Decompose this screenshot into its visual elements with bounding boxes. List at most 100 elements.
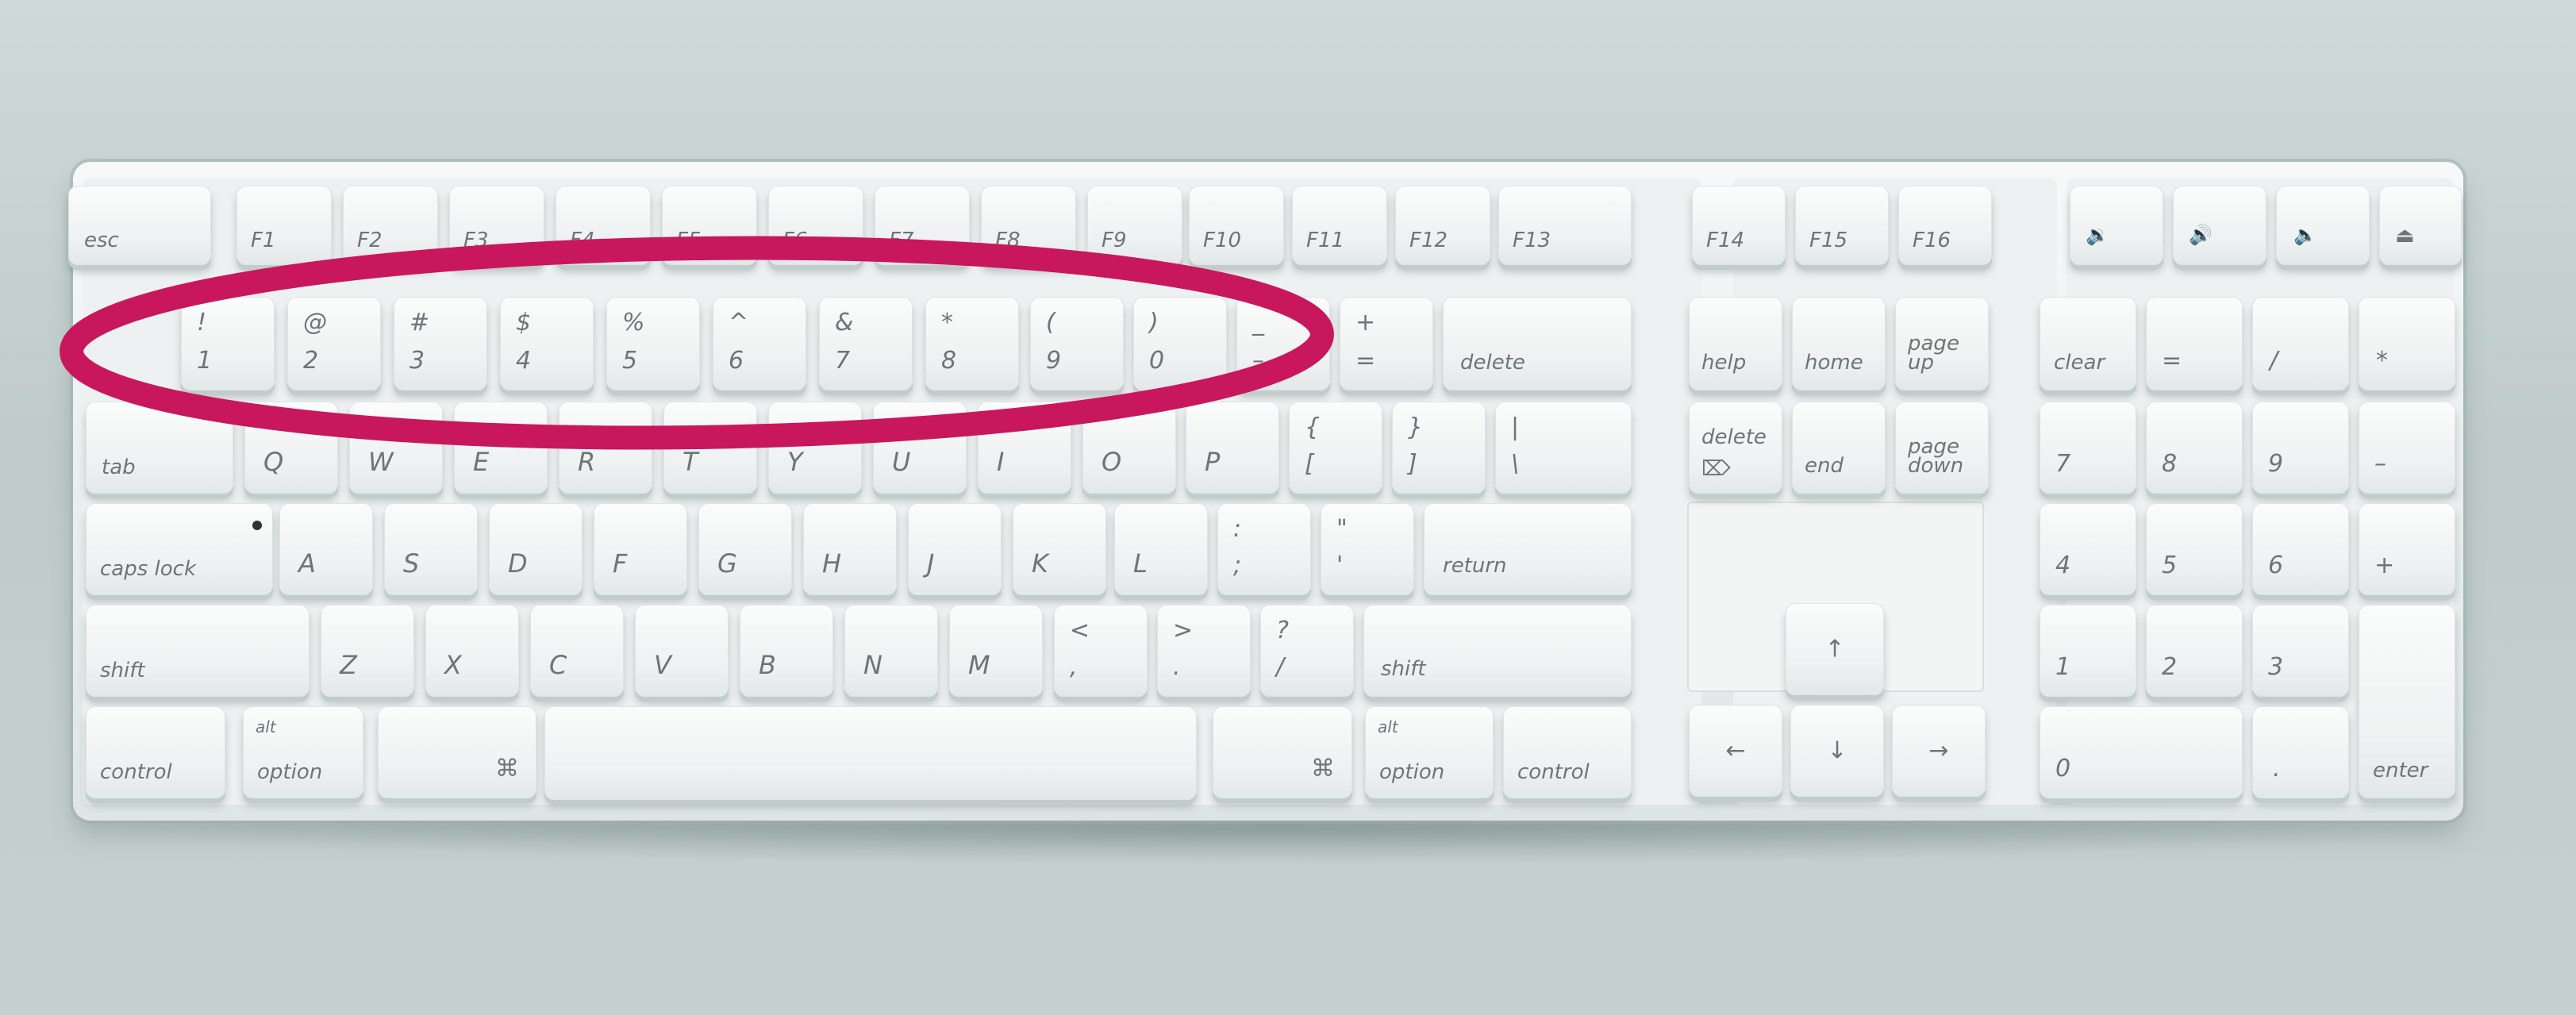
key-8[interactable]: * 8 xyxy=(925,297,1019,390)
key-x[interactable]: X xyxy=(425,605,519,697)
key-v[interactable]: V xyxy=(635,605,729,697)
key-return[interactable]: return xyxy=(1424,503,1632,595)
key-home[interactable]: home xyxy=(1792,297,1886,390)
key-period[interactable]: >. xyxy=(1157,605,1251,697)
key-numpad-3[interactable]: 3 xyxy=(2252,605,2349,697)
key-i[interactable]: I xyxy=(978,402,1071,494)
key-n[interactable]: N xyxy=(844,605,938,697)
key-7[interactable]: & 7 xyxy=(819,297,913,390)
key-numpad-6[interactable]: 6 xyxy=(2252,503,2349,595)
key-0[interactable]: ) 0 xyxy=(1133,297,1227,390)
key-1[interactable]: ! 1 xyxy=(181,297,275,390)
key-f5[interactable]: F5 xyxy=(662,186,757,265)
key-e[interactable]: E xyxy=(454,402,548,494)
key-shift-right[interactable]: shift xyxy=(1363,605,1632,697)
key-m[interactable]: M xyxy=(949,605,1043,697)
key-page-up[interactable]: page up xyxy=(1895,297,1989,390)
key-tab[interactable]: tab xyxy=(86,402,233,494)
key-caps-lock[interactable]: caps lock xyxy=(86,503,273,595)
key-control-left[interactable]: control xyxy=(86,706,225,798)
key-esc[interactable]: esc xyxy=(68,186,211,265)
key-f13[interactable]: F13 xyxy=(1498,186,1632,265)
key-z[interactable]: Z xyxy=(321,605,414,697)
key-k[interactable]: K xyxy=(1013,503,1106,595)
key-right-bracket[interactable]: }] xyxy=(1392,402,1486,494)
key-volume-down[interactable]: 🔉 xyxy=(2070,186,2163,265)
key-volume-up[interactable]: 🔊 xyxy=(2173,186,2266,265)
key-numpad-1[interactable]: 1 xyxy=(2040,605,2136,697)
key-shift-left[interactable]: shift xyxy=(86,605,310,697)
key-slash[interactable]: ? / xyxy=(1260,605,1354,697)
key-numpad-2[interactable]: 2 xyxy=(2146,605,2243,697)
key-numpad-5[interactable]: 5 xyxy=(2146,503,2243,595)
key-command-right[interactable]: ⌘ xyxy=(1213,706,1352,798)
key-d[interactable]: D xyxy=(489,503,582,595)
key-u[interactable]: U xyxy=(873,402,967,494)
key-help[interactable]: help xyxy=(1689,297,1782,390)
key-numpad-8[interactable]: 8 xyxy=(2146,402,2243,494)
key-f2[interactable]: F2 xyxy=(343,186,438,265)
key-option-right[interactable]: alt option xyxy=(1365,706,1494,798)
key-2[interactable]: @2 xyxy=(287,297,381,390)
key-numpad-9[interactable]: 9 xyxy=(2252,402,2349,494)
key-control-right[interactable]: control xyxy=(1503,706,1632,798)
key-f10[interactable]: F10 xyxy=(1189,186,1284,265)
key-f6[interactable]: F6 xyxy=(768,186,863,265)
key-y[interactable]: Y xyxy=(768,402,862,494)
key-equal[interactable]: + = xyxy=(1340,297,1433,390)
key-quote[interactable]: " ' xyxy=(1321,503,1414,595)
key-f12[interactable]: F12 xyxy=(1395,186,1490,265)
key-5[interactable]: % 5 xyxy=(606,297,700,390)
key-numpad-7[interactable]: 7 xyxy=(2040,402,2136,494)
key-option-left[interactable]: alt option xyxy=(243,706,363,798)
key-p[interactable]: P xyxy=(1186,402,1279,494)
key-mute[interactable]: 🔈 xyxy=(2276,186,2370,265)
key-9[interactable]: (9 xyxy=(1030,297,1124,390)
key-minus[interactable]: _ – xyxy=(1236,297,1330,390)
key-numpad-equal[interactable]: = xyxy=(2146,297,2243,390)
key-3[interactable]: #3 xyxy=(394,297,487,390)
key-f14[interactable]: F14 xyxy=(1692,186,1786,265)
key-numpad-plus[interactable]: + xyxy=(2359,503,2455,595)
key-f8[interactable]: F8 xyxy=(981,186,1076,265)
key-page-down[interactable]: page down xyxy=(1895,402,1989,494)
key-arrow-down[interactable]: ↓ xyxy=(1790,705,1884,797)
key-numpad-0[interactable]: 0 xyxy=(2040,706,2243,798)
key-eject[interactable]: ⏏ xyxy=(2379,186,2462,265)
key-c[interactable]: C xyxy=(530,605,624,697)
key-f16[interactable]: F16 xyxy=(1898,186,1992,265)
key-6[interactable]: ^ 6 xyxy=(713,297,806,390)
key-s[interactable]: S xyxy=(384,503,478,595)
key-forward-delete[interactable]: delete ⌦ xyxy=(1689,402,1782,494)
key-comma[interactable]: <, xyxy=(1054,605,1148,697)
key-arrow-left[interactable]: ← xyxy=(1689,705,1782,797)
key-end[interactable]: end xyxy=(1792,402,1886,494)
key-r[interactable]: R xyxy=(559,402,652,494)
key-f11[interactable]: F11 xyxy=(1292,186,1387,265)
key-a[interactable]: A xyxy=(279,503,373,595)
key-numpad-enter[interactable]: enter xyxy=(2359,605,2455,798)
key-t[interactable]: T xyxy=(663,402,757,494)
key-numpad-4[interactable]: 4 xyxy=(2040,503,2136,595)
key-w[interactable]: W xyxy=(349,402,443,494)
key-q[interactable]: Q xyxy=(244,402,338,494)
key-delete[interactable]: delete xyxy=(1443,297,1632,390)
key-clear[interactable]: clear xyxy=(2040,297,2136,390)
key-command-left[interactable]: ⌘ xyxy=(378,706,536,798)
key-f4[interactable]: F4 xyxy=(556,186,651,265)
key-h[interactable]: H xyxy=(803,503,897,595)
key-l[interactable]: L xyxy=(1114,503,1208,595)
key-j[interactable]: J xyxy=(908,503,1002,595)
key-o[interactable]: O xyxy=(1082,402,1176,494)
key-numpad-divide[interactable]: / xyxy=(2252,297,2349,390)
key-backslash[interactable]: | \ xyxy=(1495,402,1632,494)
key-4[interactable]: $4 xyxy=(500,297,594,390)
key-space[interactable] xyxy=(544,706,1197,800)
key-f9[interactable]: F9 xyxy=(1087,186,1182,265)
key-left-bracket[interactable]: {[ xyxy=(1289,402,1382,494)
key-semicolon[interactable]: :; xyxy=(1217,503,1311,595)
key-f1[interactable]: F1 xyxy=(236,186,332,265)
key-b[interactable]: B xyxy=(740,605,833,697)
key-arrow-up[interactable]: ↑ xyxy=(1786,603,1884,695)
key-numpad-decimal[interactable]: . xyxy=(2252,706,2349,798)
